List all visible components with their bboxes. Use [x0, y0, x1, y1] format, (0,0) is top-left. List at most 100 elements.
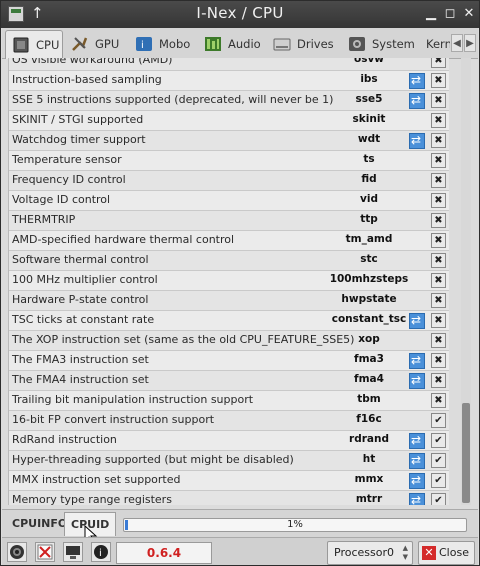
- flag-name: fma3: [354, 353, 384, 365]
- flag-name: mmx: [354, 473, 384, 485]
- cross-icon: ✖: [431, 193, 446, 208]
- processor-select-value: Processor0: [334, 546, 394, 559]
- monitor-icon[interactable]: [63, 542, 83, 562]
- gpu-icon: [71, 36, 89, 52]
- scrollbar-thumb[interactable]: [462, 403, 470, 503]
- table-row[interactable]: SSE 5 instructions supported (deprecated…: [9, 91, 449, 111]
- table-row[interactable]: Memory type range registers mtrr ⇄ ✔: [9, 491, 449, 505]
- flag-description: The XOP instruction set (same as the old…: [12, 333, 355, 346]
- flag-description: SSE 5 instructions supported (deprecated…: [12, 93, 334, 106]
- flag-description: Trailing bit manipulation instruction su…: [12, 393, 254, 406]
- flag-name: ttp: [360, 213, 378, 225]
- tab-label: GPU: [95, 37, 120, 51]
- tab-cpu[interactable]: CPU: [5, 30, 63, 59]
- table-row[interactable]: Temperature sensor ts ✖: [9, 151, 449, 171]
- flag-description: Watchdog timer support: [12, 133, 146, 146]
- flag-description: Temperature sensor: [12, 153, 122, 166]
- cross-icon: ✖: [431, 333, 446, 348]
- system-icon: [348, 36, 366, 52]
- tab-label: CPU: [36, 38, 60, 52]
- flag-name: hwpstate: [341, 293, 397, 305]
- table-row[interactable]: Hardware P-state control hwpstate ✖: [9, 291, 449, 311]
- table-row[interactable]: MMX instruction set supported mmx ⇄ ✔: [9, 471, 449, 491]
- processor-select[interactable]: Processor0 ▲ ▼: [327, 541, 413, 565]
- flag-name: osvw: [353, 58, 384, 65]
- flag-description: Memory type range registers: [12, 493, 172, 505]
- svg-text:i: i: [99, 548, 102, 559]
- flag-name: wdt: [357, 133, 381, 145]
- tab-kernel[interactable]: Kern: [420, 30, 450, 58]
- flag-name: 100mhzsteps: [329, 273, 409, 285]
- supported-icon: ⇄: [409, 93, 425, 109]
- check-icon: ✔: [431, 413, 446, 428]
- flag-name: skinit: [352, 113, 386, 125]
- progress-text: 1%: [287, 519, 303, 530]
- table-row[interactable]: Software thermal control stc ✖: [9, 251, 449, 271]
- flag-description: AMD-specified hardware thermal control: [12, 233, 235, 246]
- camera-icon[interactable]: [7, 542, 27, 562]
- tab-label: Audio: [228, 37, 261, 51]
- flag-name: xop: [358, 333, 380, 345]
- tab-gpu[interactable]: GPU: [65, 30, 125, 58]
- maximize-button[interactable]: ◻: [441, 5, 459, 23]
- flag-name: fid: [361, 173, 377, 185]
- supported-icon: ⇄: [409, 453, 425, 469]
- minimize-button[interactable]: ▁: [422, 5, 440, 23]
- supported-icon: ⇄: [409, 493, 425, 505]
- table-row[interactable]: TSC ticks at constant rate constant_tsc ⇄ ✖: [9, 311, 449, 331]
- close-button[interactable]: ✕ Close: [418, 541, 475, 565]
- table-row[interactable]: The FMA3 instruction set fma3 ⇄ ✖: [9, 351, 449, 371]
- table-row[interactable]: The FMA4 instruction set fma4 ⇄ ✖: [9, 371, 449, 391]
- flag-name: ts: [363, 153, 375, 165]
- cross-icon: ✖: [431, 393, 446, 408]
- table-row[interactable]: AMD-specified hardware thermal control tm…: [9, 231, 449, 251]
- info-icon[interactable]: i: [91, 542, 111, 562]
- table-row[interactable]: OS visible workaround (AMD) osvw ✖: [9, 58, 449, 71]
- tab-system[interactable]: System: [342, 30, 415, 58]
- flag-name: tbm: [357, 393, 381, 405]
- table-row[interactable]: 100 MHz multiplier control 100mhzsteps ✖: [9, 271, 449, 291]
- cross-icon: ✖: [431, 353, 446, 368]
- check-icon: ✔: [431, 453, 446, 468]
- cross-icon: ✖: [431, 58, 446, 68]
- tab-scroll-right-button[interactable]: ▶: [464, 34, 476, 52]
- table-row[interactable]: Instruction-based sampling ibs ⇄ ✖: [9, 71, 449, 91]
- cross-icon: ✖: [431, 113, 446, 128]
- cross-icon: ✖: [431, 253, 446, 268]
- table-row[interactable]: Hyper-threading supported (but might be …: [9, 451, 449, 471]
- flag-description: Voltage ID control: [12, 193, 111, 206]
- table-row[interactable]: Trailing bit manipulation instruction su…: [9, 391, 449, 411]
- spin-arrows-icon[interactable]: ▲ ▼: [403, 544, 408, 562]
- flag-name: ht: [362, 453, 376, 465]
- cross-icon: ✖: [431, 133, 446, 148]
- flag-description: MMX instruction set supported: [12, 473, 181, 486]
- table-row[interactable]: THERMTRIP ttp ✖: [9, 211, 449, 231]
- tab-label: Mobo: [159, 37, 191, 51]
- table-scrollbar[interactable]: [461, 58, 471, 505]
- check-icon: ✔: [431, 493, 446, 505]
- table-row[interactable]: Watchdog timer support wdt ⇄ ✖: [9, 131, 449, 151]
- table-row[interactable]: 16-bit FP convert instruction support f16…: [9, 411, 449, 431]
- tab-scroll-left-button[interactable]: ◀: [451, 34, 463, 52]
- table-row[interactable]: Frequency ID control fid ✖: [9, 171, 449, 191]
- table-row[interactable]: RdRand instruction rdrand ⇄ ✔: [9, 431, 449, 451]
- report-icon[interactable]: [35, 542, 55, 562]
- table-row[interactable]: Voltage ID control vid ✖: [9, 191, 449, 211]
- supported-icon: ⇄: [409, 133, 425, 149]
- cpu-icon: [12, 37, 30, 53]
- progress-bar: 1%: [123, 518, 467, 532]
- app-window: ↑ I-Nex / CPU ▁ ◻ ✕ CPU GPU i Mobo Audio: [0, 0, 480, 566]
- tab-mobo[interactable]: i Mobo: [129, 30, 195, 58]
- tab-drives[interactable]: Drives: [267, 30, 335, 58]
- table-row[interactable]: The XOP instruction set (same as the old…: [9, 331, 449, 351]
- table-row[interactable]: SKINIT / STGI supported skinit ✖: [9, 111, 449, 131]
- svg-text:i: i: [141, 40, 144, 51]
- close-window-button[interactable]: ✕: [460, 5, 478, 23]
- flag-name: fma4: [354, 373, 384, 385]
- flag-description: Hyper-threading supported (but might be …: [12, 453, 294, 466]
- flag-name: constant_tsc: [331, 313, 407, 325]
- title-bar: ↑ I-Nex / CPU ▁ ◻ ✕: [1, 1, 479, 28]
- flag-description: 16-bit FP convert instruction support: [12, 413, 215, 426]
- tab-audio[interactable]: Audio: [198, 30, 264, 58]
- flag-description: THERMTRIP: [12, 213, 76, 226]
